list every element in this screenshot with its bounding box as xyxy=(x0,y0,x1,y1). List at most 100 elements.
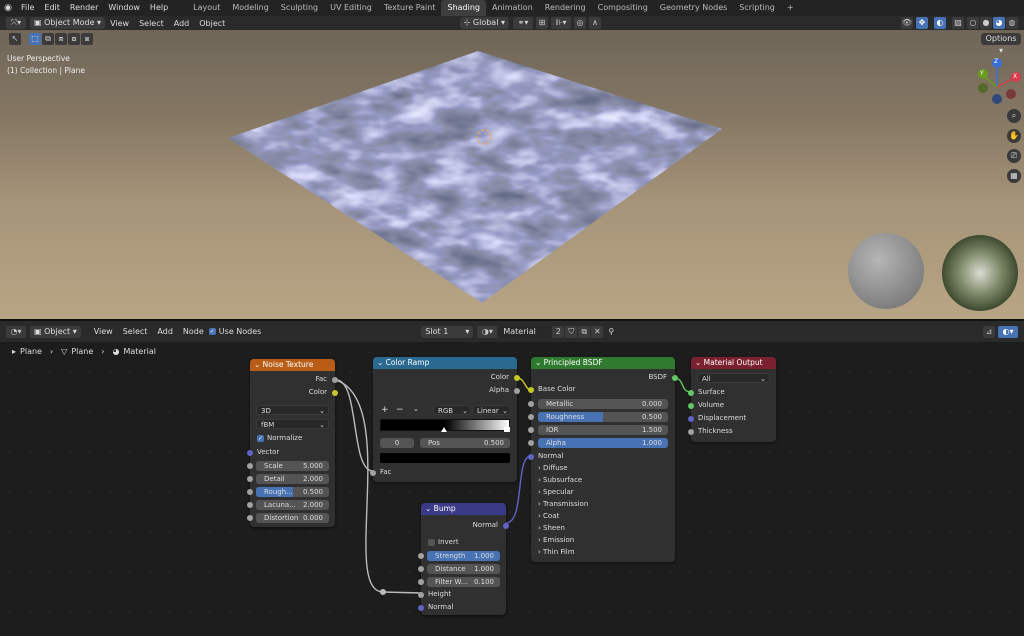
distortion-field[interactable]: Distortion 0.000 xyxy=(256,513,329,523)
shading-wire-icon[interactable]: ○ xyxy=(967,17,979,29)
ramp-in-fac-socket[interactable] xyxy=(370,470,376,476)
detail-socket[interactable] xyxy=(247,476,253,482)
alpha-field[interactable]: Alpha 1.000 xyxy=(538,438,668,448)
noise-in-vector-socket[interactable] xyxy=(247,450,253,456)
noise-type-select[interactable]: fBM ⌄ xyxy=(256,419,329,429)
select-extend-icon[interactable]: ⧉ xyxy=(42,33,54,45)
thickness-socket[interactable] xyxy=(688,429,694,435)
slot-select[interactable]: Slot 1 ▾ xyxy=(421,325,474,338)
visibility-icon[interactable]: 👁 xyxy=(901,17,913,29)
tab-animation[interactable]: Animation xyxy=(486,0,539,16)
ramp-out-color-socket[interactable] xyxy=(514,375,520,381)
overlay-node-icon[interactable]: ◐▾ xyxy=(998,325,1018,338)
ramp-out-alpha-socket[interactable] xyxy=(514,388,520,394)
ramp-stop-white-handle[interactable] xyxy=(504,427,510,432)
navigation-gizmo[interactable] xyxy=(978,58,1021,104)
height-socket[interactable] xyxy=(418,592,424,598)
ior-socket[interactable] xyxy=(528,427,534,433)
bump-in-normal-socket[interactable] xyxy=(418,605,424,611)
material-browse-icon[interactable]: ◑▾ xyxy=(477,325,498,338)
ramp-menu-chevron-icon[interactable]: ⌄ xyxy=(413,405,419,413)
editor-type-node-icon[interactable]: ◔▾ xyxy=(6,325,26,338)
collapse-chevron-icon[interactable]: ⌄ xyxy=(535,358,544,367)
noise-dimensions-select[interactable]: 3D ⌄ xyxy=(256,405,329,415)
xray-icon[interactable]: ▨ xyxy=(952,17,964,29)
material-output-node[interactable]: ⌄ Material Output All ⌄ Surface Volume Di… xyxy=(688,357,776,442)
use-nodes-checkbox[interactable]: ✓ xyxy=(208,328,216,335)
principled-bsdf-node[interactable]: ⌄ Principled BSDF BSDF Base Color Metall… xyxy=(528,357,678,562)
lacunarity-field[interactable]: Lacuna... 2.000 xyxy=(256,500,329,510)
roughness-socket[interactable] xyxy=(528,414,534,420)
metallic-socket[interactable] xyxy=(528,401,534,407)
node-menu-node[interactable]: Node xyxy=(178,327,209,336)
tab-uv-editing[interactable]: UV Editing xyxy=(324,0,378,16)
menu-file[interactable]: File xyxy=(16,0,39,16)
lacunarity-socket[interactable] xyxy=(247,502,253,508)
snap-target-icon[interactable]: ⊪▾ xyxy=(551,17,571,29)
strength-field[interactable]: Strength 1.000 xyxy=(427,551,500,561)
noise-node-header[interactable]: ⌄ Noise Texture xyxy=(250,359,335,371)
scale-field[interactable]: Scale 5.000 xyxy=(256,461,329,471)
base-color-socket[interactable] xyxy=(528,387,534,393)
bump-node[interactable]: ⌄ Bump Normal Invert Strength 1.000 Dista… xyxy=(418,503,509,615)
perspective-grid-icon[interactable]: ▦ xyxy=(1007,169,1021,183)
editor-type-icon[interactable]: ⤧▾ xyxy=(6,17,26,29)
gizmo-icon[interactable]: ✥ xyxy=(916,17,928,29)
overlay-icon[interactable]: ◐ xyxy=(934,17,946,29)
collapse-chevron-icon[interactable]: ⌄ xyxy=(377,358,386,367)
panel-coat[interactable]: › Coat xyxy=(538,512,559,520)
tab-texture-paint[interactable]: Texture Paint xyxy=(378,0,442,16)
pivot-icon[interactable]: ⚭▾ xyxy=(513,17,533,29)
tab-scripting[interactable]: Scripting xyxy=(733,0,781,16)
distance-socket[interactable] xyxy=(418,566,424,572)
ramp-interpolation-select[interactable]: Linear ⌄ xyxy=(472,405,511,415)
ramp-stop-black-handle[interactable] xyxy=(441,427,447,432)
snap-node-icon[interactable]: ⊿ xyxy=(983,325,995,338)
tab-geometry-nodes[interactable]: Geometry Nodes xyxy=(654,0,733,16)
detail-field[interactable]: Detail 2.000 xyxy=(256,474,329,484)
bump-node-header[interactable]: ⌄ Bump xyxy=(421,503,506,515)
noise-texture-node[interactable]: ⌄ Noise Texture Fac Color 3D ⌄ fBM ⌄ ✓ Norm… xyxy=(247,359,338,527)
collapse-chevron-icon[interactable]: ⌄ xyxy=(254,360,263,369)
distance-field[interactable]: Distance 1.000 xyxy=(427,564,500,574)
color-ramp-node[interactable]: ⌄ Color Ramp Color Alpha + − ⌄ RGB ⌄ Line… xyxy=(370,357,520,482)
zoom-icon[interactable]: ⌕ xyxy=(1007,109,1021,123)
select-intersect-icon[interactable]: ⧆ xyxy=(81,33,93,45)
camera-icon[interactable]: ⎚ xyxy=(1007,149,1021,163)
ramp-stop-index-field[interactable]: 0 xyxy=(380,438,414,448)
filter-width-field[interactable]: Filter W... 0.100 xyxy=(427,577,500,587)
tab-sculpting[interactable]: Sculpting xyxy=(275,0,324,16)
cursor-tool-icon[interactable]: ↖ xyxy=(9,33,21,45)
noise-roughness-field[interactable]: Rough... 0.500 xyxy=(256,487,329,497)
volume-socket[interactable] xyxy=(688,403,694,409)
select-box-icon[interactable]: ⬚ xyxy=(29,33,41,45)
alpha-socket[interactable] xyxy=(528,440,534,446)
panel-diffuse[interactable]: › Diffuse xyxy=(538,464,568,472)
falloff-icon[interactable]: ∧ xyxy=(589,17,601,29)
pan-hand-icon[interactable]: ✋ xyxy=(1007,129,1021,143)
node-menu-select[interactable]: Select xyxy=(118,327,153,336)
users-count[interactable]: 2 xyxy=(552,325,565,338)
tab-layout[interactable]: Layout xyxy=(187,0,226,16)
node-menu-add[interactable]: Add xyxy=(152,327,178,336)
metallic-field[interactable]: Metallic 0.000 xyxy=(538,399,668,409)
duplicate-icon[interactable]: ⧉ xyxy=(578,325,591,338)
bsdf-node-header[interactable]: ⌄ Principled BSDF xyxy=(531,357,675,369)
menu-help[interactable]: Help xyxy=(145,0,173,16)
filter-width-socket[interactable] xyxy=(418,579,424,585)
unlink-icon[interactable]: ✕ xyxy=(591,325,604,338)
add-workspace-button[interactable]: + xyxy=(781,0,800,16)
node-menu-view[interactable]: View xyxy=(89,327,118,336)
normalize-row[interactable]: ✓ Normalize xyxy=(257,434,302,442)
tool-select[interactable]: ↖ xyxy=(9,33,21,45)
strength-socket[interactable] xyxy=(418,553,424,559)
tab-modeling[interactable]: Modeling xyxy=(226,0,274,16)
panel-sheen[interactable]: › Sheen xyxy=(538,524,565,532)
shader-type-select[interactable]: ▣ Object ▾ xyxy=(30,325,81,338)
output-node-header[interactable]: ⌄ Material Output xyxy=(691,357,776,369)
collapse-chevron-icon[interactable]: ⌄ xyxy=(425,504,434,513)
panel-emission[interactable]: › Emission xyxy=(538,536,574,544)
surface-socket[interactable] xyxy=(688,390,694,396)
ramp-color-mode-select[interactable]: RGB ⌄ xyxy=(433,405,471,415)
scale-socket[interactable] xyxy=(247,463,253,469)
